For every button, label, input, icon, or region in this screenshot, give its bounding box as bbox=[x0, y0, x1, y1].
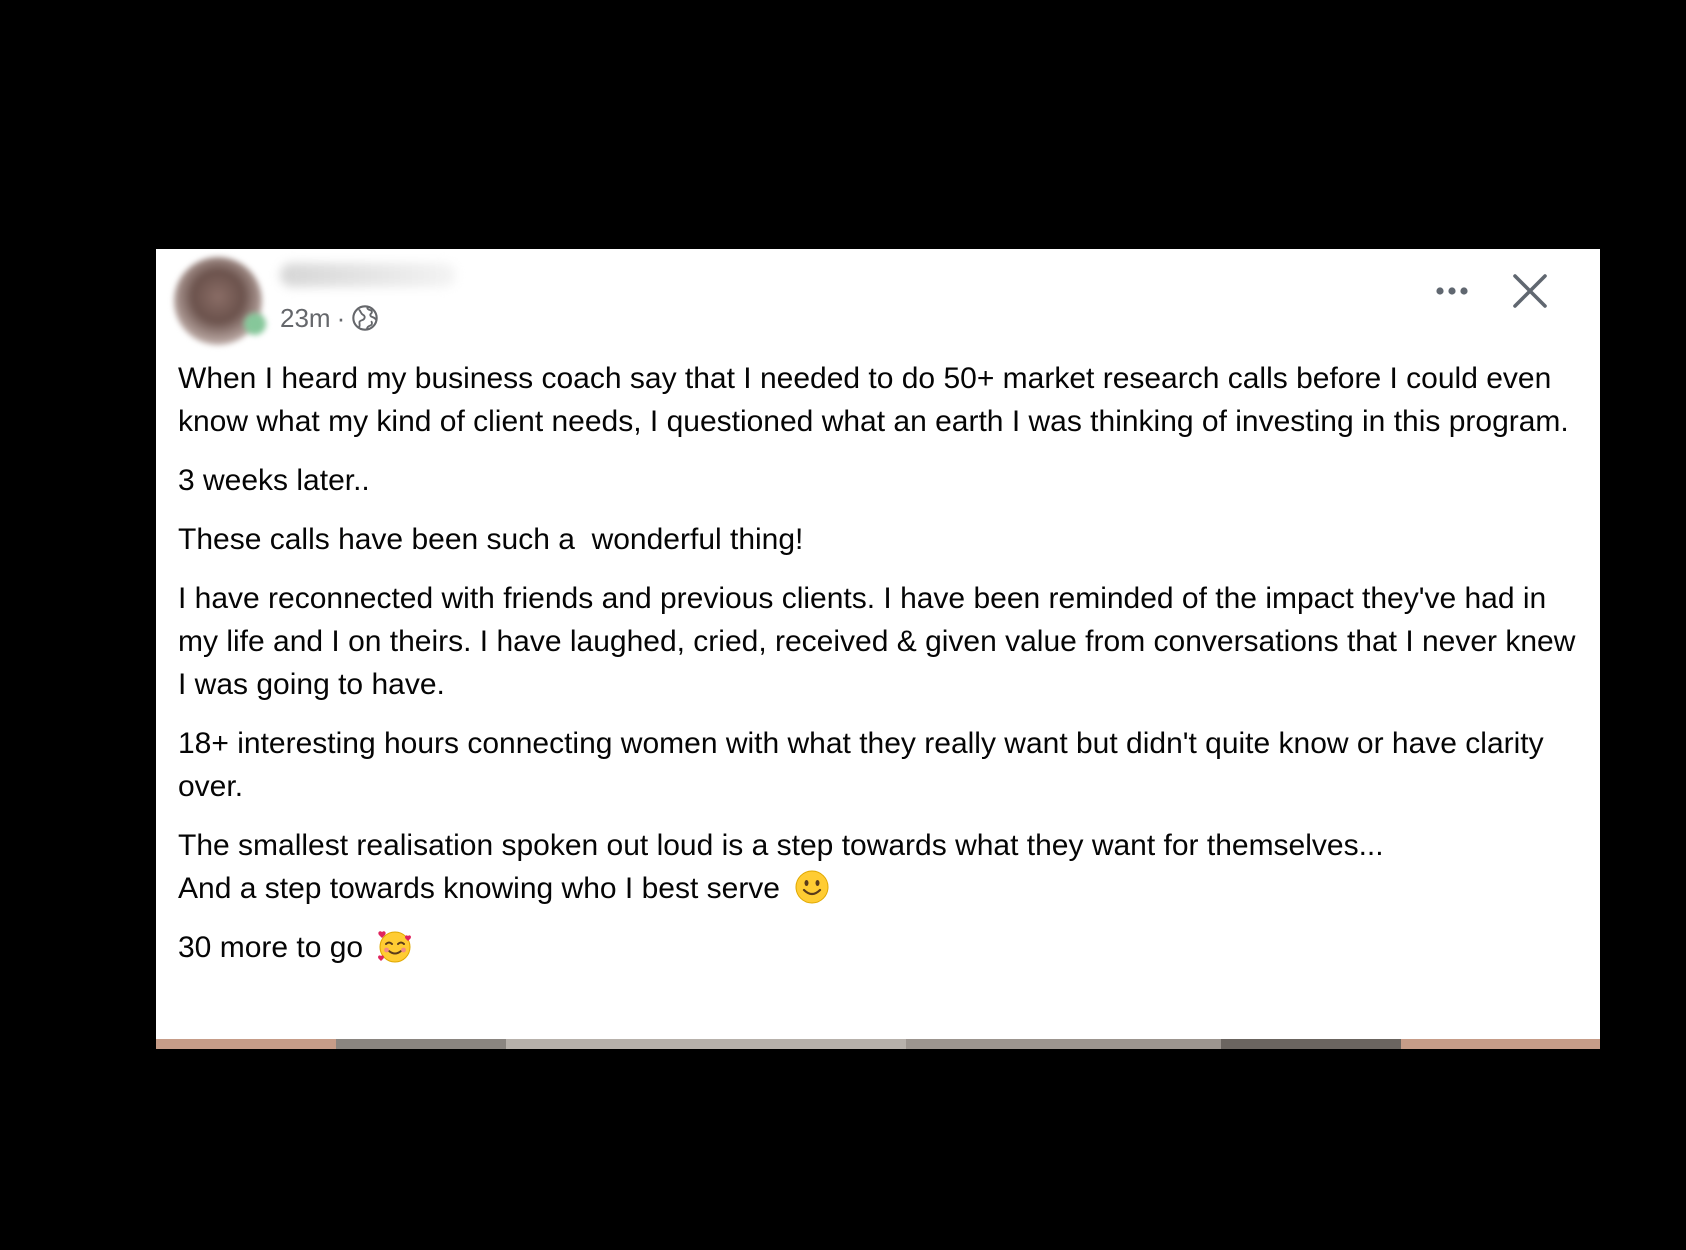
close-button[interactable] bbox=[1506, 267, 1554, 315]
author-name-blurred[interactable] bbox=[280, 263, 456, 287]
avatar-status-indicator bbox=[244, 313, 266, 335]
globe-icon bbox=[352, 305, 378, 331]
post-paragraph-line: And a step towards knowing who I best se… bbox=[178, 872, 780, 905]
post-card: 23m · When I heard my business coach say… bbox=[156, 249, 1600, 1049]
post-paragraph-line: The smallest realisation spoken out loud… bbox=[178, 829, 1384, 862]
more-options-icon bbox=[1436, 287, 1468, 295]
post-timestamp[interactable]: 23m bbox=[280, 303, 331, 334]
post-meta: 23m · bbox=[280, 301, 379, 335]
post-paragraph: 18+ interesting hours connecting women w… bbox=[178, 727, 1544, 803]
post-paragraph: 3 weeks later.. bbox=[178, 464, 370, 497]
post-paragraph: 30 more to go bbox=[178, 926, 1578, 969]
post-text: When I heard my business coach say that … bbox=[178, 357, 1578, 985]
attached-image-preview[interactable] bbox=[156, 1039, 1600, 1049]
close-icon bbox=[1513, 274, 1547, 308]
more-options-button[interactable] bbox=[1426, 271, 1478, 311]
post-paragraph: I have reconnected with friends and prev… bbox=[178, 582, 1576, 701]
post-paragraph-line: 30 more to go bbox=[178, 931, 364, 964]
post-paragraph: These calls have been such a wonderful t… bbox=[178, 523, 804, 556]
smiling-face-with-hearts-emoji bbox=[378, 931, 412, 963]
smiling-face-emoji bbox=[795, 870, 829, 904]
post-paragraph: When I heard my business coach say that … bbox=[178, 362, 1569, 438]
meta-separator: · bbox=[336, 302, 346, 333]
post-paragraph: The smallest realisation spoken out loud… bbox=[178, 824, 1578, 910]
